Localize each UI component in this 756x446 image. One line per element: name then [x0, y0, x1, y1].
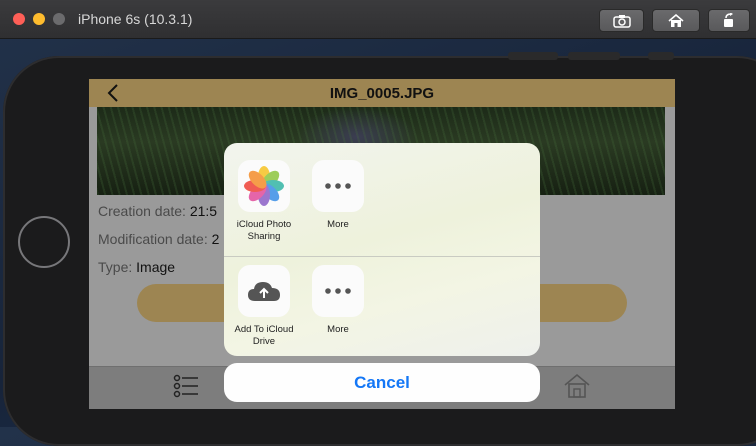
zoom-window-button[interactable] [53, 13, 65, 25]
list-icon[interactable] [171, 371, 201, 401]
device-power-button [648, 52, 674, 60]
simulator-titlebar: iPhone 6s (10.3.1) [0, 0, 756, 39]
share-sheet: iCloud Photo Sharing More Add To iCloud … [224, 143, 540, 356]
share-item-label: More [327, 219, 349, 230]
share-add-to-icloud-drive[interactable]: Add To iCloud Drive [224, 265, 304, 348]
share-sheet-divider [224, 256, 540, 257]
more-icon [312, 160, 364, 212]
creation-date-row: Creation date: 21:5 [98, 203, 217, 219]
camera-icon [612, 14, 631, 28]
share-item-label: Add To iCloud Drive [234, 324, 294, 347]
type-label: Type: [98, 259, 133, 275]
modification-date-label: Modification date: [98, 231, 208, 247]
type-row: Type: Image [98, 259, 175, 275]
device-volume-button [508, 52, 558, 60]
device-volume-button [568, 52, 620, 60]
photos-icon [238, 160, 290, 212]
minimize-window-button[interactable] [33, 13, 45, 25]
share-icloud-photo-sharing[interactable]: iCloud Photo Sharing [224, 160, 304, 243]
page-title: IMG_0005.JPG [329, 85, 435, 102]
device-home-button[interactable] [18, 216, 70, 268]
icloud-upload-icon [238, 265, 290, 317]
type-value: Image [136, 259, 176, 275]
home-button-toolbar[interactable] [652, 9, 700, 32]
share-more-activities[interactable]: More [298, 160, 378, 231]
rotate-icon [724, 13, 733, 27]
cancel-button[interactable]: Cancel [224, 363, 540, 402]
screenshot-button[interactable] [599, 9, 644, 32]
modification-date-row: Modification date: 2 [98, 231, 219, 247]
app-navbar: IMG_0005.JPG [89, 79, 675, 107]
creation-date-value: 21:5 [189, 203, 218, 219]
rotate-button[interactable] [708, 9, 750, 32]
share-more-actions[interactable]: More [298, 265, 378, 336]
creation-date-label: Creation date: [98, 203, 186, 219]
share-item-label: More [327, 324, 349, 335]
modification-date-value: 2 [211, 231, 220, 247]
more-icon [312, 265, 364, 317]
home-icon [668, 13, 684, 27]
house-icon[interactable] [562, 371, 592, 401]
share-item-label: iCloud Photo Sharing [236, 219, 292, 242]
window-title: iPhone 6s (10.3.1) [78, 11, 193, 27]
close-window-button[interactable] [13, 13, 25, 25]
